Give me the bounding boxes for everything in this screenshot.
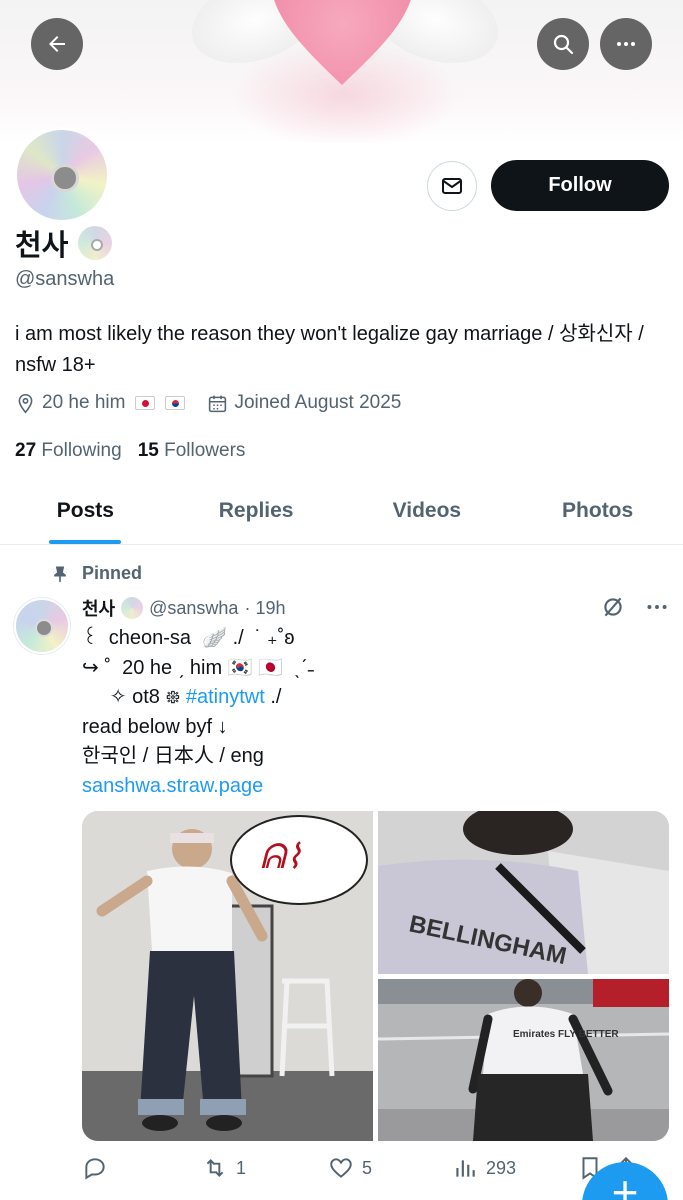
followers-link[interactable]: 15 Followers: [138, 440, 246, 462]
plus-icon: +: [611, 1166, 639, 1200]
following-link[interactable]: 27 Following: [15, 440, 122, 462]
shirt-text: Emirates FLY BETTER: [513, 1029, 619, 1040]
tweet-top-icons: [600, 594, 670, 620]
profile-tabs: Posts Replies Videos Photos: [0, 478, 683, 545]
pinned-indicator: Pinned: [50, 563, 142, 584]
tweet-line-1: ꒰ cheon-sa 🪽 ./ ˙ ₊˚ʚ: [82, 627, 295, 649]
tab-replies[interactable]: Replies: [171, 478, 342, 544]
calendar-icon: [209, 395, 227, 412]
tweet-author-handle[interactable]: @sanswha: [149, 598, 238, 619]
follow-counts: 27 Following 15 Followers: [15, 440, 245, 462]
tweet-line-5: 한국인 / 日本人 / eng: [82, 745, 264, 767]
following-count: 27: [15, 440, 37, 461]
tweet-text: ꒰ cheon-sa 🪽 ./ ˙ ₊˚ʚ ↪ ˚ 20 he ˏ him 🇰🇷…: [82, 624, 662, 801]
retweet-button[interactable]: 1: [202, 1155, 328, 1181]
following-label: Following: [41, 440, 122, 461]
pinned-label: Pinned: [82, 563, 143, 583]
retweet-icon: [206, 1159, 224, 1177]
location-text: 20 he him: [42, 392, 126, 413]
cd-emoji-icon: [121, 597, 144, 619]
bubble-text: ᕱ⌇: [260, 837, 302, 877]
avatar-cd-image: [17, 130, 107, 220]
tweet-avatar[interactable]: [14, 598, 70, 654]
media-right-column: BELLINGHAM Emirates FLY BETTER: [378, 811, 669, 1141]
search-icon: [553, 34, 574, 55]
cd-emoji-icon: [78, 226, 113, 260]
hashtag-suffix: ./: [264, 686, 282, 708]
arrow-left-icon: [49, 36, 65, 52]
more-horizontal-icon: [617, 42, 635, 46]
joined-text: Joined August 2025: [234, 392, 402, 413]
location: 20 he him: [15, 392, 186, 414]
profile-handle: @sanswha: [15, 268, 115, 290]
message-button[interactable]: [427, 161, 477, 211]
heart-icon: [330, 1158, 352, 1178]
reply-icon: [85, 1158, 105, 1180]
grok-icon[interactable]: [600, 594, 626, 620]
person-sitting-photo-illustration: Emirates FLY BETTER: [378, 979, 669, 1141]
profile-meta: 20 he him Joined August 2025: [15, 392, 423, 414]
like-count: 5: [362, 1157, 373, 1178]
followers-label: Followers: [164, 440, 246, 461]
tweet-time[interactable]: · 19h: [244, 598, 285, 619]
tweet-line-3: ✧ ot8 ᪥ #atinytwt ./: [82, 683, 662, 713]
media-photo-2[interactable]: BELLINGHAM: [378, 811, 669, 974]
mail-icon: [442, 178, 462, 194]
views-button[interactable]: 293: [452, 1155, 577, 1181]
banner-heart-image: [274, 0, 411, 85]
profile-avatar[interactable]: [14, 127, 110, 223]
pin-icon: [54, 566, 66, 582]
tweet-url-link[interactable]: sanshwa.straw.page: [82, 772, 662, 802]
display-name: 천사: [15, 230, 69, 262]
japan-flag-icon: [135, 396, 156, 410]
tweet-line-4: read below byf ↓: [82, 715, 228, 738]
jersey-back-photo-illustration: BELLINGHAM: [378, 811, 669, 974]
search-button[interactable]: [537, 18, 589, 70]
views-count: 293: [486, 1157, 517, 1178]
tweet-line-2: ↪ ˚ 20 he ˏ him 🇰🇷 🇯🇵 ˎˊ˗: [82, 656, 315, 679]
tab-photos[interactable]: Photos: [512, 478, 683, 544]
location-pin-icon: [18, 393, 33, 413]
tweet-author-name[interactable]: 천사: [82, 595, 115, 621]
profile-bio: i am most likely the reason they won't l…: [15, 323, 644, 376]
follow-button[interactable]: Follow: [491, 160, 669, 211]
more-options-button[interactable]: [600, 18, 652, 70]
tab-videos[interactable]: Videos: [342, 478, 513, 544]
back-button[interactable]: [31, 18, 83, 70]
like-button[interactable]: 5: [328, 1155, 452, 1181]
speech-bubble: ᕱ⌇: [230, 815, 368, 905]
media-photo-3[interactable]: Emirates FLY BETTER: [378, 979, 669, 1141]
tweet-line-3-text: ✧ ot8 ᪥: [82, 686, 181, 708]
reply-button[interactable]: [82, 1155, 202, 1181]
hashtag-link[interactable]: #atinytwt: [186, 686, 265, 708]
name-row: 천사: [15, 222, 113, 264]
joined-date: Joined August 2025: [207, 392, 401, 414]
media-photo-1[interactable]: ᕱ⌇: [82, 811, 373, 1141]
retweet-count: 1: [236, 1157, 247, 1178]
followers-count: 15: [137, 440, 159, 461]
profile-banner[interactable]: [0, 0, 683, 142]
korea-flag-icon: [165, 396, 186, 410]
tweet-header: 천사 @sanswha · 19h: [82, 595, 285, 621]
views-bar-chart-icon: [456, 1160, 475, 1177]
tab-posts[interactable]: Posts: [0, 478, 171, 544]
tweet-media-grid: ᕱ⌇ BELLINGHAM Emirates FLY BETTER: [82, 811, 669, 1141]
tweet-more-icon[interactable]: [644, 594, 670, 620]
